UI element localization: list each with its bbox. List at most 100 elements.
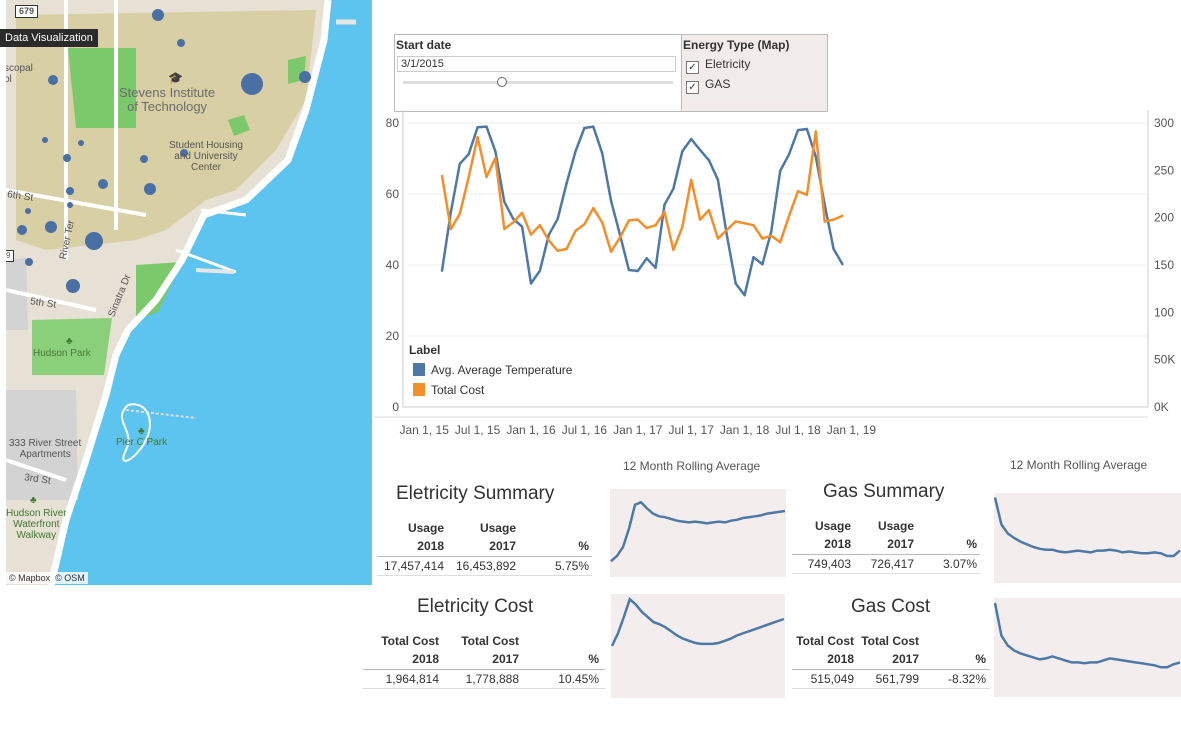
series-1-point-4	[476, 136, 479, 139]
route-shield-small: 9	[6, 250, 15, 262]
series-0-point-31	[716, 178, 720, 181]
series-0-point-1	[449, 210, 453, 213]
series-1-point-5	[485, 175, 488, 179]
elec_cost-value-3: 10.45%	[558, 672, 599, 686]
series-1-point-26	[672, 248, 675, 252]
elec_summary-value-1: 17,457,414	[383, 559, 444, 573]
legend-label-1: Total Cost	[431, 383, 485, 397]
y-right-tick-1: 50K	[1154, 353, 1175, 367]
elec_summary-sparkline	[610, 489, 786, 577]
series-1-point-3	[467, 175, 470, 179]
series-0-point-36	[761, 263, 764, 266]
gas_summary-sparkline-line	[993, 497, 1181, 558]
elec_cost-divider	[363, 669, 605, 670]
option-electricity[interactable]: ✓ Eletricity	[686, 57, 750, 74]
campus-map[interactable]: 679 Stevens Institute of Technology Stud…	[6, 0, 372, 585]
energy-type-title: Energy Type (Map)	[683, 38, 790, 52]
series-1-point-0	[440, 174, 444, 178]
series-0-point-33	[734, 282, 737, 285]
series-1-point-8	[512, 221, 515, 224]
series-0-point-9	[520, 225, 524, 228]
elec_summary-title: Eletricity Summary	[396, 483, 555, 504]
series-1-point-12	[547, 239, 550, 242]
checkbox-gas[interactable]: ✓	[686, 81, 699, 94]
legend-title: Label	[409, 343, 440, 357]
y-right-tick-2: 100	[1154, 305, 1174, 319]
series-1-point-38	[779, 241, 782, 244]
series-0-point-30	[707, 159, 711, 162]
series-1-point-16	[583, 223, 586, 226]
chart-svg[interactable]: 0 20 40 60 80 0K 50K 100 150 200 250 300 Jan 1, 15 Ju…	[374, 110, 1181, 450]
date-slider-track[interactable]	[403, 81, 673, 84]
series-0-point-6	[494, 150, 497, 153]
stevens-label: Stevens Institute of Technology	[119, 85, 216, 114]
river-street-label: 333 River Street Apartments	[9, 438, 82, 460]
series-0-point-17	[592, 125, 595, 128]
elec_summary-divider	[377, 556, 592, 557]
series-0-point-32	[725, 233, 728, 236]
series-1-point-29	[698, 218, 702, 221]
park-tree-icon: ♣	[66, 336, 73, 347]
gas_summary-value-1: 749,403	[807, 557, 851, 571]
series-0-point-39	[787, 153, 791, 156]
map-attribution[interactable]: © Mapbox © OSM	[6, 572, 88, 584]
option-gas[interactable]: ✓ GAS	[686, 77, 730, 94]
series-1-point-23	[645, 226, 648, 230]
gas-rolling-caption: 12 Month Rolling Average	[1010, 458, 1148, 472]
y-right-tick-5: 250	[1154, 163, 1174, 177]
series-1-point-13	[556, 249, 559, 252]
series-1-point-32	[725, 228, 728, 232]
series-0-point-37	[770, 230, 773, 233]
series-1-point-30	[707, 208, 711, 212]
y-right-tick-3: 150	[1154, 258, 1174, 272]
y-right-tick-4: 200	[1154, 211, 1174, 225]
elec_summary-col1-header-label: Usage	[407, 521, 444, 535]
series-0-point-16	[583, 126, 586, 130]
series-0-point-12	[547, 233, 550, 236]
series-0-point-7	[503, 200, 506, 203]
series-0-point-29	[698, 148, 702, 152]
y-right-tick-0: 0K	[1154, 400, 1169, 414]
series-0-point-34	[743, 294, 746, 297]
gas_summary-bottom-rule	[792, 573, 980, 574]
gas_cost-bottom-rule	[792, 688, 990, 689]
series-1-point-24	[654, 224, 657, 227]
y-right-tick-6: 300	[1154, 116, 1174, 130]
series-1-point-31	[716, 237, 720, 240]
series-0-point-42	[814, 155, 817, 158]
series-0-point-2	[458, 162, 461, 165]
gas_summary-col2-header-year: 2017	[887, 537, 914, 551]
series-1-point-25	[663, 210, 666, 214]
start-date-input[interactable]: 3/1/2015	[397, 56, 676, 72]
elec_summary-bottom-rule	[377, 575, 592, 576]
osm-credit[interactable]: © OSM	[55, 573, 85, 583]
y-left-tick-20: 20	[386, 329, 400, 343]
series-0-point-35	[752, 256, 755, 259]
series-0-point-15	[574, 150, 577, 153]
series-1-point-39	[787, 214, 791, 217]
series-1-point-19	[609, 250, 613, 253]
checkbox-electricity[interactable]: ✓	[686, 61, 699, 74]
series-1-point-9	[520, 211, 524, 215]
mapbox-credit[interactable]: © Mapbox	[9, 573, 50, 583]
date-slider-thumb[interactable]	[497, 77, 507, 87]
series-1-point-33	[734, 220, 737, 223]
elec_cost-value-1: 1,964,814	[385, 672, 439, 686]
gas_cost-col1-header-label: Total Cost	[796, 634, 854, 648]
series-1-point-22	[636, 218, 639, 221]
series-0-point-4	[476, 126, 479, 129]
legend-swatch-0	[413, 363, 425, 376]
gas_summary-title: Gas Summary	[823, 481, 945, 502]
series-0-point-27	[681, 150, 684, 153]
student-housing-label: Student Housing and University Center	[169, 140, 243, 173]
gas_cost-title: Gas Cost	[851, 596, 931, 617]
series-0-point-18	[601, 152, 604, 155]
series-0-point-44	[832, 247, 835, 251]
series-1-point-44	[832, 218, 835, 221]
university-icon: 🎓	[168, 71, 183, 85]
series-1-point-15	[574, 229, 577, 233]
series-1-point-37	[770, 234, 773, 237]
series-1-point-2	[458, 212, 461, 216]
temperature-cost-chart[interactable]: 0 20 40 60 80 0K 50K 100 150 200 250 300 Jan 1, 15 Ju…	[374, 110, 1181, 450]
series-0-point-13	[556, 217, 559, 220]
